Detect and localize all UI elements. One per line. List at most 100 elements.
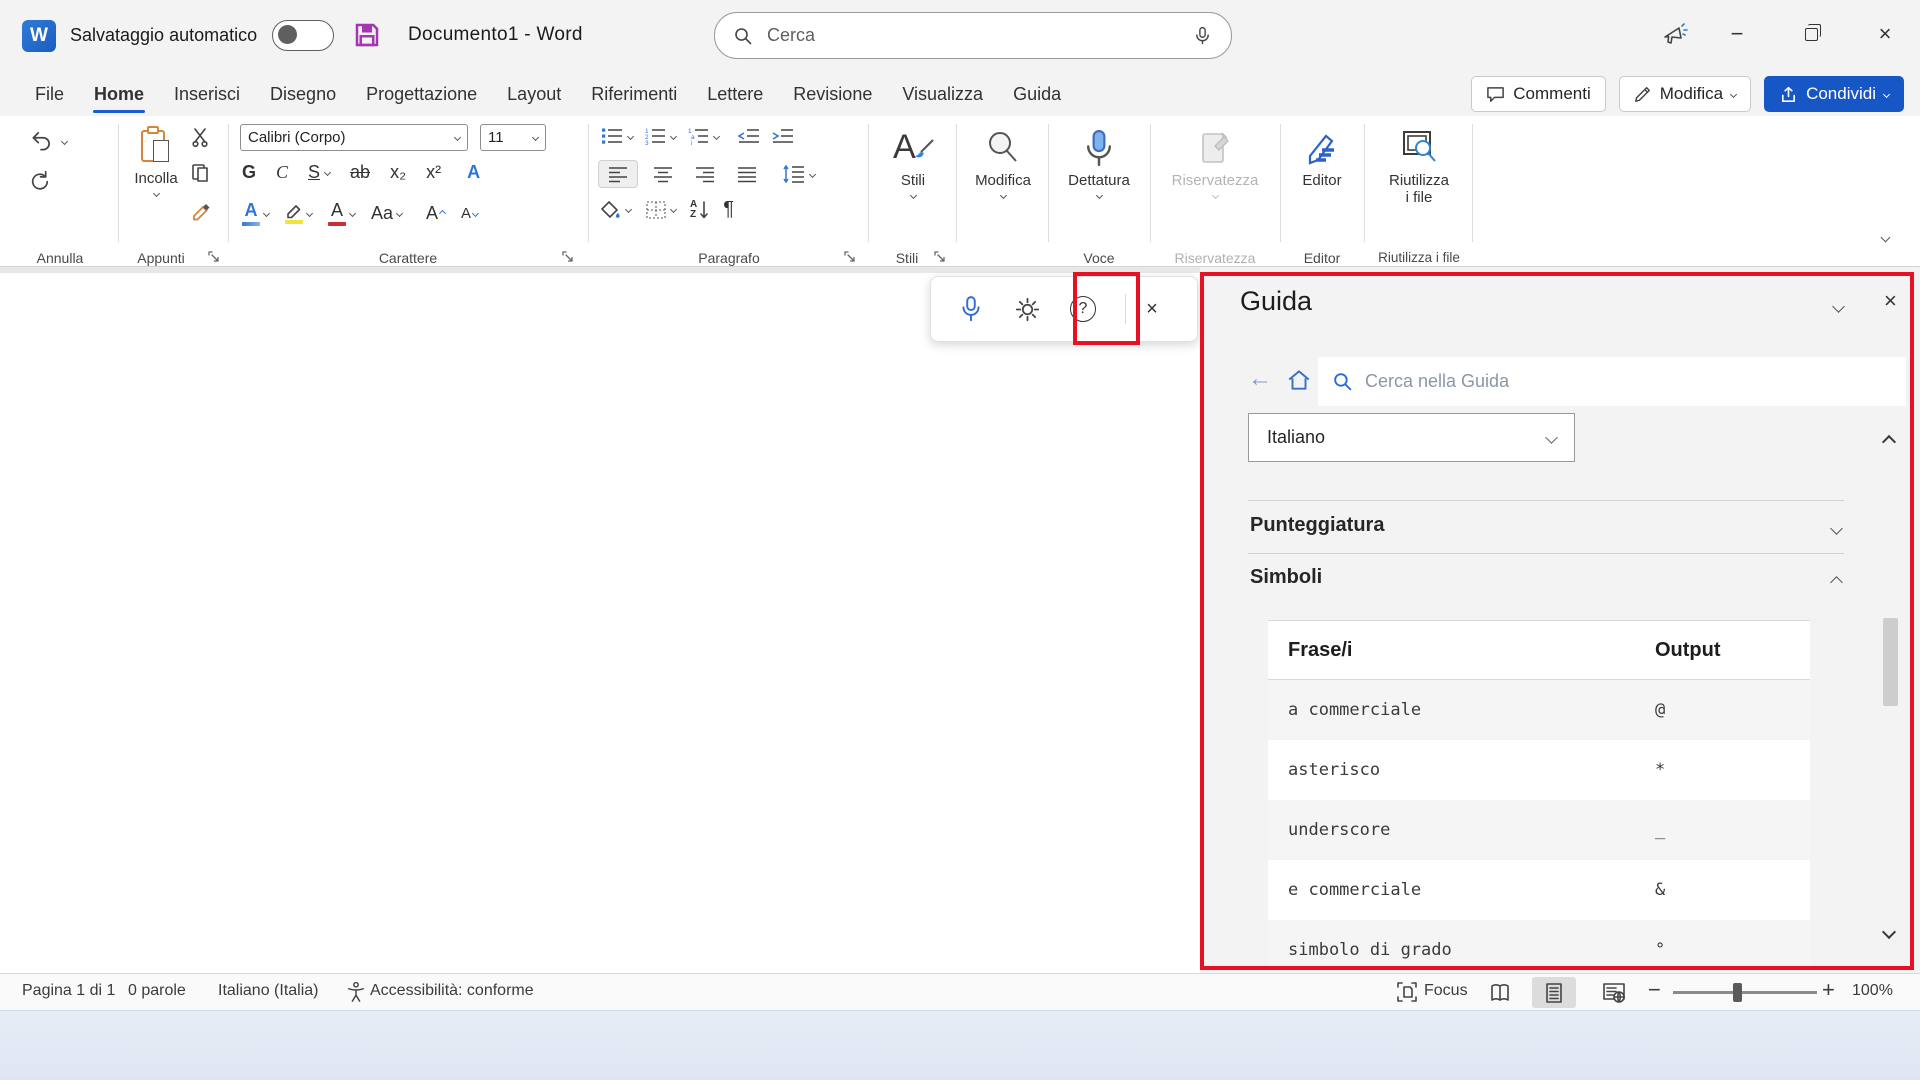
coming-soon-megaphone-icon[interactable]	[1658, 18, 1690, 50]
underline-button[interactable]: S	[308, 162, 330, 183]
font-size-select[interactable]: 11	[480, 124, 546, 151]
title-search-input[interactable]	[767, 25, 1147, 46]
tab-progettazione[interactable]: Progettazione	[351, 73, 492, 116]
dictate-search-mic-icon[interactable]	[1192, 25, 1213, 46]
minimize-button[interactable]: −	[1714, 14, 1760, 54]
copy-button[interactable]	[190, 162, 212, 184]
font-name-select[interactable]: Calibri (Corpo)	[240, 124, 468, 151]
share-button[interactable]: Condividi	[1764, 76, 1904, 112]
restore-button[interactable]	[1788, 14, 1834, 54]
punteggiatura-expand-chevron[interactable]	[1832, 520, 1841, 538]
simboli-collapse-chevron[interactable]	[1832, 574, 1841, 592]
scroll-down-icon[interactable]	[1884, 924, 1894, 942]
help-pane-collapse-chevron[interactable]	[1834, 298, 1843, 316]
zoom-out-button[interactable]: −	[1648, 977, 1661, 1003]
tab-lettere[interactable]: Lettere	[692, 73, 778, 116]
back-arrow-icon[interactable]: ←	[1248, 365, 1272, 393]
text-effects-button[interactable]: A	[467, 162, 480, 183]
styles-button[interactable]: A Stili	[872, 120, 954, 198]
decrease-indent-button[interactable]	[737, 126, 761, 146]
zoom-in-button[interactable]: +	[1822, 977, 1835, 1003]
accessibility-status[interactable]: Accessibilità: conforme	[370, 982, 534, 1000]
shrink-font-button[interactable]: A	[461, 205, 478, 222]
change-case-button[interactable]: Aa	[371, 203, 402, 224]
dictation-settings-button[interactable]	[999, 296, 1055, 323]
focus-label[interactable]: Focus	[1424, 982, 1468, 1000]
web-layout-button[interactable]	[1592, 977, 1636, 1008]
word-count[interactable]: 0 parole	[128, 982, 186, 1000]
sensitivity-button[interactable]: Riservatezza	[1152, 120, 1278, 198]
increase-indent-button[interactable]	[771, 126, 795, 146]
italic-button[interactable]: C	[276, 162, 288, 183]
help-pane-close-button[interactable]: ×	[1884, 288, 1897, 314]
line-spacing-button[interactable]	[782, 164, 815, 184]
subscript-button[interactable]: x₂	[390, 162, 406, 183]
document-canvas[interactable]	[0, 267, 1200, 973]
find-button[interactable]: Modifica	[958, 120, 1048, 198]
tab-home[interactable]: Home	[79, 73, 159, 116]
comments-button[interactable]: Commenti	[1471, 76, 1605, 112]
tab-layout[interactable]: Layout	[492, 73, 576, 116]
font-color-button[interactable]: A	[328, 200, 355, 226]
read-mode-button[interactable]	[1478, 977, 1522, 1008]
superscript-button[interactable]: x²	[426, 162, 441, 183]
tab-riferimenti[interactable]: Riferimenti	[576, 73, 692, 116]
tab-file[interactable]: File	[20, 73, 79, 116]
show-marks-button[interactable]: ¶	[723, 198, 734, 221]
close-button[interactable]: ×	[1862, 14, 1908, 54]
autosave-toggle[interactable]	[272, 20, 334, 51]
wordart-button[interactable]: A	[242, 200, 269, 226]
paste-button[interactable]: Incolla	[126, 120, 186, 196]
help-search-input[interactable]	[1365, 371, 1845, 392]
dictate-button[interactable]: Dettatura	[1050, 120, 1148, 198]
tab-visualizza[interactable]: Visualizza	[887, 73, 998, 116]
help-search-box[interactable]	[1318, 357, 1906, 406]
dictation-help-button[interactable]: ?	[1055, 296, 1111, 322]
save-icon[interactable]	[352, 20, 382, 50]
language-select[interactable]: Italiano	[1248, 413, 1575, 462]
reuse-files-button[interactable]: Riutilizzai file	[1366, 120, 1472, 206]
justify-button[interactable]	[730, 161, 764, 187]
cut-button[interactable]	[190, 126, 212, 148]
shading-button[interactable]	[600, 200, 631, 220]
borders-button[interactable]	[645, 200, 676, 220]
format-painter-button[interactable]	[190, 200, 214, 224]
dictation-mic-button[interactable]	[943, 295, 999, 323]
bullet-list-button[interactable]	[600, 126, 633, 146]
zoom-slider-track[interactable]	[1673, 991, 1817, 994]
scrollbar-thumb[interactable]	[1883, 618, 1898, 706]
numbered-list-button[interactable]: 123	[643, 126, 676, 146]
tab-inserisci[interactable]: Inserisci	[159, 73, 255, 116]
scroll-up-icon[interactable]	[1884, 434, 1894, 452]
align-right-button[interactable]	[688, 161, 722, 187]
paragraph-dialog-launcher[interactable]	[844, 251, 856, 263]
align-left-button[interactable]	[598, 160, 638, 188]
title-search-box[interactable]	[714, 12, 1232, 59]
highlight-button[interactable]	[285, 203, 312, 224]
section-simboli[interactable]: Simboli	[1250, 566, 1322, 589]
dictation-close-button[interactable]: ×	[1132, 298, 1172, 321]
page-indicator[interactable]: Pagina 1 di 1	[22, 982, 115, 1000]
print-layout-button[interactable]	[1532, 977, 1576, 1008]
collapse-ribbon-chevron[interactable]	[1882, 228, 1889, 246]
section-punteggiatura[interactable]: Punteggiatura	[1250, 514, 1384, 537]
multilevel-list-button[interactable]: 1ai	[686, 126, 719, 146]
word-app-icon[interactable]: W	[22, 20, 56, 52]
bold-button[interactable]: G	[242, 162, 256, 183]
zoom-slider-thumb[interactable]	[1733, 983, 1742, 1002]
home-icon[interactable]	[1286, 367, 1312, 393]
editor-button[interactable]: Editor	[1282, 120, 1362, 189]
grow-font-button[interactable]: A	[426, 203, 445, 224]
tab-disegno[interactable]: Disegno	[255, 73, 351, 116]
tab-revisione[interactable]: Revisione	[778, 73, 887, 116]
language-indicator[interactable]: Italiano (Italia)	[218, 982, 319, 1000]
editing-mode-button[interactable]: Modifica	[1619, 76, 1751, 112]
undo-button[interactable]	[28, 128, 67, 154]
font-dialog-launcher[interactable]	[562, 251, 574, 263]
clipboard-dialog-launcher[interactable]	[208, 251, 220, 263]
align-center-button[interactable]	[646, 161, 680, 187]
styles-dialog-launcher[interactable]	[934, 251, 946, 263]
sort-button[interactable]: A Z	[690, 200, 709, 220]
zoom-level[interactable]: 100%	[1852, 982, 1893, 1000]
tab-guida[interactable]: Guida	[998, 73, 1076, 116]
